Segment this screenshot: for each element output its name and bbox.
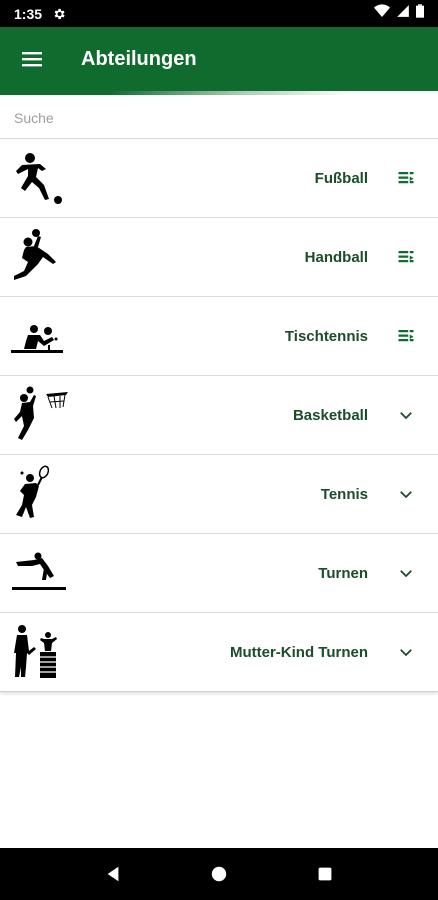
status-time: 1:35	[14, 5, 43, 22]
department-label: Tischtennis	[284, 328, 368, 345]
settings-gear-icon	[52, 7, 66, 21]
department-label: Basketball	[292, 407, 368, 424]
department-item-tennis[interactable]: Tennis	[0, 455, 438, 534]
department-label: Mutter-Kind Turnen	[229, 644, 368, 661]
back-button[interactable]	[93, 854, 133, 894]
chevron-down-icon[interactable]	[394, 561, 418, 585]
app-bar-shadow	[0, 89, 438, 95]
home-button[interactable]	[199, 854, 239, 894]
department-item-basketball[interactable]: Basketball	[0, 376, 438, 455]
department-item-handball[interactable]: Handball	[0, 218, 438, 297]
app-bar: Abteilungen	[0, 27, 438, 91]
home-circle-icon	[211, 866, 227, 882]
department-label: Handball	[304, 249, 368, 266]
back-triangle-icon	[107, 866, 119, 882]
status-indicators	[374, 3, 424, 24]
gymnastics-icon	[12, 552, 66, 590]
department-item-fussball[interactable]: Fußball	[0, 139, 438, 218]
menu-button[interactable]	[0, 27, 64, 91]
chevron-down-icon[interactable]	[394, 482, 418, 506]
chevron-down-icon[interactable]	[394, 640, 418, 664]
recents-button[interactable]	[305, 854, 345, 894]
signal-icon	[396, 4, 410, 23]
recents-square-icon	[318, 867, 332, 881]
handball-icon	[14, 229, 56, 280]
wifi-icon	[374, 3, 390, 24]
tennis-icon	[16, 465, 50, 518]
department-item-tischtennis[interactable]: Tischtennis	[0, 297, 438, 376]
search-input[interactable]	[0, 97, 438, 138]
hamburger-menu-icon	[22, 52, 42, 67]
search-bar	[0, 97, 438, 139]
department-list: Fußball Handball Tischtennis Basketball …	[0, 139, 438, 692]
list-detail-icon[interactable]	[394, 324, 418, 348]
list-detail-icon[interactable]	[394, 166, 418, 190]
department-item-turnen[interactable]: Turnen	[0, 534, 438, 613]
soccer-icon	[16, 153, 62, 204]
department-item-mutter-kind-turnen[interactable]: Mutter-Kind Turnen	[0, 613, 438, 692]
department-label: Fußball	[314, 170, 368, 187]
table-tennis-icon	[11, 325, 63, 353]
department-label: Tennis	[320, 486, 368, 503]
page-title: Abteilungen	[81, 47, 197, 70]
department-label: Turnen	[318, 565, 368, 582]
chevron-down-icon[interactable]	[394, 403, 418, 427]
parent-child-gymnastics-icon	[14, 625, 57, 678]
battery-icon	[416, 4, 424, 23]
list-detail-icon[interactable]	[394, 245, 418, 269]
status-bar: 1:35	[0, 0, 438, 27]
basketball-icon	[14, 386, 68, 440]
system-navigation-bar	[0, 848, 438, 900]
